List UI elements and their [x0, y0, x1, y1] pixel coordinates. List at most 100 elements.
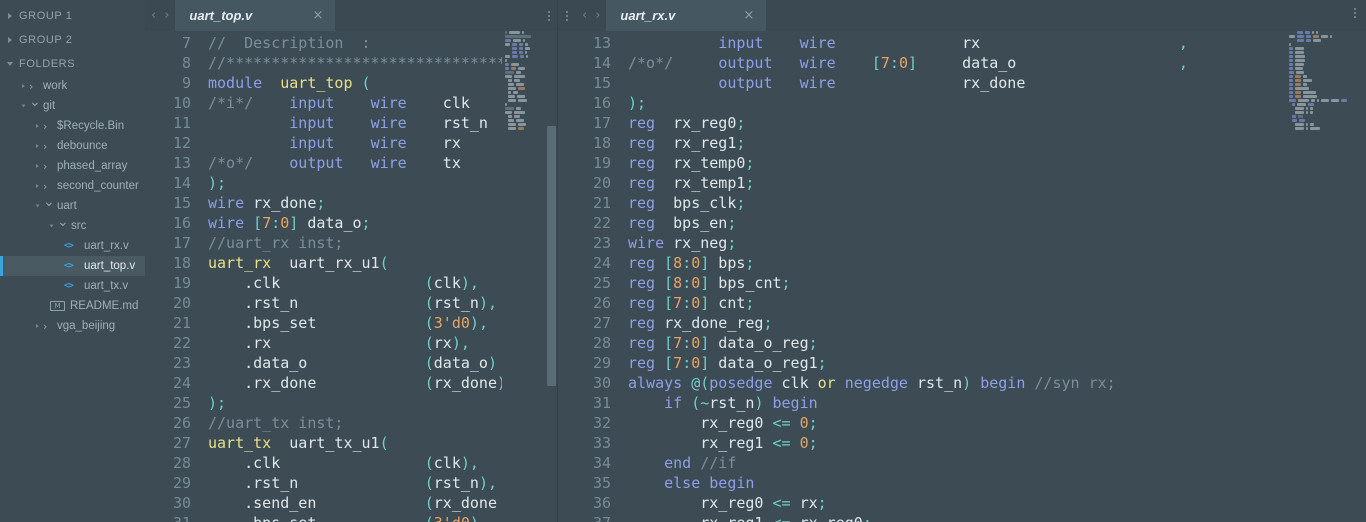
code-line[interactable]: .clk (clk),	[208, 273, 558, 293]
code-line[interactable]: //uart_rx inst;	[208, 233, 558, 253]
code-line[interactable]: reg rx_reg0;	[628, 113, 1366, 133]
tab-uart-top-v[interactable]: uart_top.v ×	[175, 0, 336, 31]
code-line[interactable]: //*********************************	[208, 53, 558, 73]
disclosure-closed-icon[interactable]	[36, 144, 39, 148]
code-content-left[interactable]: // Description ://**********************…	[200, 31, 558, 522]
code-content-right[interactable]: input wire rx ,/*o*/ output wire [7:0] d…	[620, 31, 1366, 522]
code-line[interactable]: );	[628, 93, 1366, 113]
code-line[interactable]: );	[208, 173, 558, 193]
chevron-right-icon: ›	[43, 159, 48, 173]
code-line[interactable]: module uart_top (	[208, 73, 558, 93]
code-line[interactable]: reg bps_en;	[628, 213, 1366, 233]
code-line[interactable]: rx_reg1 <= rx_reg0;	[628, 513, 1366, 522]
sidebar-item-vga-beijing[interactable]: › vga_beijing	[0, 316, 145, 336]
code-line[interactable]: reg bps_clk;	[628, 193, 1366, 213]
code-line[interactable]: // Description :	[208, 33, 558, 53]
sidebar-group-group-2[interactable]: GROUP 2	[0, 28, 145, 52]
nav-back-icon[interactable]: ‹	[151, 8, 156, 23]
disclosure-closed-icon[interactable]	[36, 324, 39, 328]
code-editor-right[interactable]: 13 14 15 16 17 18 19 20 21 22 23 24 25 26 27 28 29 30 31 32…	[558, 31, 1366, 522]
sidebar-item-uart-rx-v[interactable]: <> uart_rx.v	[0, 236, 145, 256]
disclosure-triangle-icon[interactable]	[7, 62, 13, 66]
editor-pane-left[interactable]: ‹ › uart_top.v × 7 8 9 10 11 12 13 14 15 16 17 18 19…	[145, 0, 558, 522]
code-line[interactable]: reg [7:0] data_o_reg1;	[628, 353, 1366, 373]
code-line[interactable]: output wire rx_done	[628, 73, 1366, 93]
disclosure-open-icon[interactable]	[21, 104, 26, 108]
code-line[interactable]: .rst_n (rst_n),	[208, 473, 558, 493]
sidebar-item-second-counter[interactable]: › second_counter	[0, 176, 145, 196]
code-line[interactable]: /*i*/ input wire clk	[208, 93, 558, 113]
code-line[interactable]: uart_tx uart_tx_u1(	[208, 433, 558, 453]
pane-menu-icon-left[interactable]	[540, 0, 558, 31]
sidebar[interactable]: GROUP 1 GROUP 2 FOLDERS › work ⌄ git › $Recycle…	[0, 0, 145, 522]
sidebar-group-group-1[interactable]: GROUP 1	[0, 4, 145, 28]
code-line[interactable]: reg [8:0] bps;	[628, 253, 1366, 273]
code-line[interactable]: .bps_set (3'd0)	[208, 513, 558, 522]
pane-menu-icon-right[interactable]	[558, 0, 576, 31]
sidebar-item-uart[interactable]: ⌄ uart	[0, 194, 145, 216]
sidebar-item-git[interactable]: ⌄ git	[0, 94, 145, 116]
code-line[interactable]: );	[208, 393, 558, 413]
sidebar-item-uart-tx-v[interactable]: <> uart_tx.v	[0, 276, 145, 296]
code-line[interactable]: .send_en (rx_done	[208, 493, 558, 513]
code-line[interactable]: rx_reg1 <= 0;	[628, 433, 1366, 453]
code-line[interactable]: .bps_set (3'd0),	[208, 313, 558, 333]
code-line[interactable]: input wire rx	[208, 133, 558, 153]
code-line[interactable]: rx_reg0 <= rx;	[628, 493, 1366, 513]
disclosure-triangle-icon[interactable]	[8, 37, 12, 43]
sidebar-group-folders[interactable]: FOLDERS	[0, 52, 145, 76]
code-line[interactable]: input wire rst_n	[208, 113, 558, 133]
code-line[interactable]: end //if	[628, 453, 1366, 473]
line-number: 35	[592, 474, 611, 492]
code-line[interactable]: input wire rx ,	[628, 33, 1366, 53]
code-line[interactable]: else begin	[628, 473, 1366, 493]
code-line[interactable]: .clk (clk),	[208, 453, 558, 473]
scrollbar-thumb[interactable]	[547, 126, 556, 386]
code-line[interactable]: //uart_tx inst;	[208, 413, 558, 433]
disclosure-closed-icon[interactable]	[36, 124, 39, 128]
sidebar-item-recycle-bin[interactable]: › $Recycle.Bin	[0, 116, 145, 136]
code-line[interactable]: .data_o (data_o)	[208, 353, 558, 373]
disclosure-open-icon[interactable]	[35, 204, 40, 208]
disclosure-closed-icon[interactable]	[22, 84, 25, 88]
sidebar-item-work[interactable]: › work	[0, 76, 145, 96]
code-line[interactable]: /*o*/ output wire [7:0] data_o ,	[628, 53, 1366, 73]
code-line[interactable]: .rst_n (rst_n),	[208, 293, 558, 313]
code-line[interactable]: wire [7:0] data_o;	[208, 213, 558, 233]
tab-uart-rx-v[interactable]: uart_rx.v ×	[606, 0, 767, 31]
editor-pane-right[interactable]: ‹ › uart_rx.v × 13 14 15 16 17 18 19 20 21 22 23 24…	[558, 0, 1366, 522]
disclosure-open-icon[interactable]	[49, 224, 54, 228]
code-line[interactable]: .rx_done (rx_done)	[208, 373, 558, 393]
nav-forward-icon[interactable]: ›	[595, 8, 600, 23]
code-line[interactable]: reg [7:0] data_o_reg;	[628, 333, 1366, 353]
code-line[interactable]: reg rx_temp0;	[628, 153, 1366, 173]
disclosure-closed-icon[interactable]	[36, 164, 39, 168]
code-line[interactable]: /*o*/ output wire tx	[208, 153, 558, 173]
nav-forward-icon[interactable]: ›	[164, 8, 169, 23]
line-numbers-left: 7 8 9 10 11 12 13 14 15 16 17 18 19 20 21 22 23 24 25 26 27 2…	[145, 31, 200, 522]
code-line[interactable]: if (~rst_n) begin	[628, 393, 1366, 413]
close-icon[interactable]: ×	[313, 8, 324, 23]
sidebar-item-phased-array[interactable]: › phased_array	[0, 156, 145, 176]
code-line[interactable]: reg [8:0] bps_cnt;	[628, 273, 1366, 293]
code-line[interactable]: wire rx_neg;	[628, 233, 1366, 253]
sidebar-item-uart-top-v[interactable]: <> uart_top.v	[0, 256, 145, 276]
code-line[interactable]: reg rx_reg1;	[628, 133, 1366, 153]
code-line[interactable]: reg rx_done_reg;	[628, 313, 1366, 333]
close-icon[interactable]: ×	[744, 8, 755, 23]
sidebar-item-debounce[interactable]: › debounce	[0, 136, 145, 156]
code-line[interactable]: wire rx_done;	[208, 193, 558, 213]
sidebar-item-readme-md[interactable]: M README.md	[0, 296, 145, 316]
sidebar-item-src[interactable]: ⌄ src	[0, 214, 145, 236]
code-editor-left[interactable]: 7 8 9 10 11 12 13 14 15 16 17 18 19 20 21 22 23 24 25 26 27 2…	[145, 31, 558, 522]
disclosure-triangle-icon[interactable]	[8, 13, 12, 19]
window-more-options-icon[interactable]	[1354, 8, 1356, 18]
code-line[interactable]: .rx (rx),	[208, 333, 558, 353]
code-line[interactable]: uart_rx uart_rx_u1(	[208, 253, 558, 273]
code-line[interactable]: rx_reg0 <= 0;	[628, 413, 1366, 433]
code-line[interactable]: reg [7:0] cnt;	[628, 293, 1366, 313]
disclosure-closed-icon[interactable]	[36, 184, 39, 188]
code-line[interactable]: always @(posedge clk or negedge rst_n) b…	[628, 373, 1366, 393]
code-line[interactable]: reg rx_temp1;	[628, 173, 1366, 193]
nav-back-icon[interactable]: ‹	[582, 8, 587, 23]
